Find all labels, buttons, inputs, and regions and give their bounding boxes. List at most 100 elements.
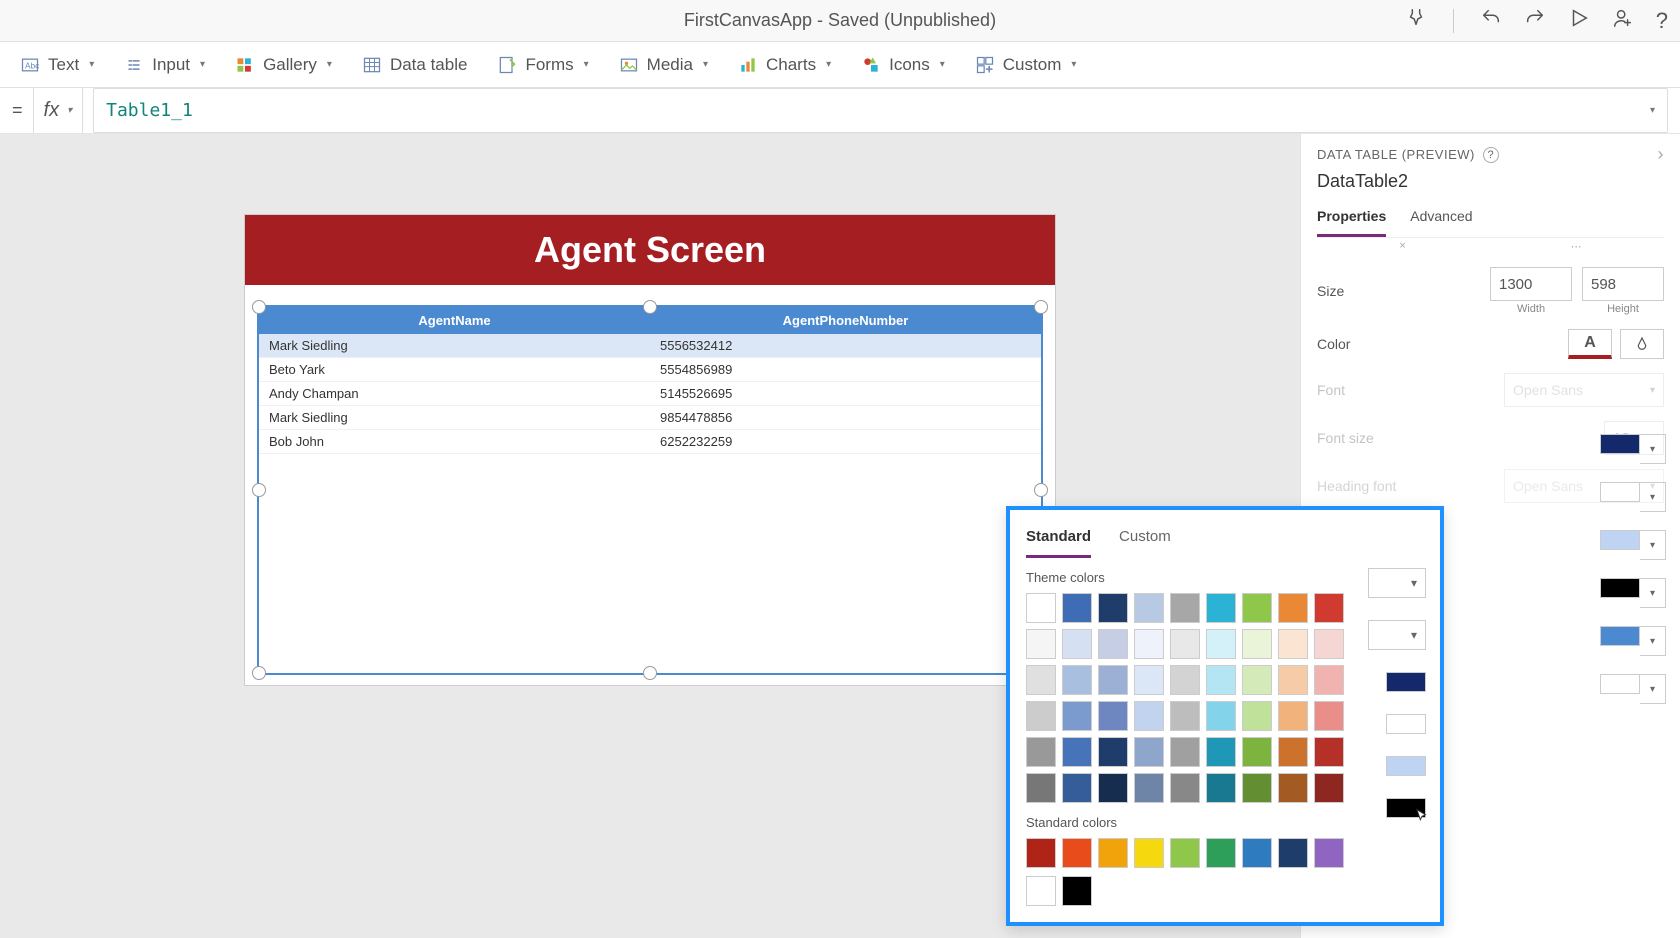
height-input[interactable]: 598 [1582, 267, 1664, 301]
color-swatch[interactable] [1206, 773, 1236, 803]
resize-handle[interactable] [643, 666, 657, 680]
font-dropdown[interactable]: Open Sans▾ [1504, 373, 1664, 407]
ribbon-forms[interactable]: Forms▾ [497, 55, 588, 75]
resize-handle[interactable] [252, 483, 266, 497]
property-selector[interactable]: = [12, 100, 23, 121]
ribbon-icons[interactable]: Icons▾ [861, 55, 945, 75]
table-row[interactable]: Bob John6252232259 [259, 430, 1041, 454]
color-swatch[interactable] [1278, 593, 1308, 623]
table-row[interactable]: Mark Siedling9854478856 [259, 406, 1041, 430]
user-share-icon[interactable] [1612, 7, 1634, 34]
color-swatch[interactable] [1134, 737, 1164, 767]
color-swatch[interactable] [1062, 876, 1092, 906]
property-color-swatch[interactable] [1600, 482, 1640, 502]
data-table-control[interactable]: AgentName AgentPhoneNumber Mark Siedling… [257, 305, 1043, 675]
color-swatch[interactable] [1206, 701, 1236, 731]
chevron-down-icon[interactable]: ▾ [1640, 578, 1666, 608]
property-color-swatch[interactable] [1386, 672, 1426, 692]
color-swatch[interactable] [1098, 838, 1128, 868]
color-swatch[interactable] [1242, 737, 1272, 767]
undo-icon[interactable] [1480, 7, 1502, 34]
resize-handle[interactable] [1034, 483, 1048, 497]
color-swatch[interactable] [1062, 838, 1092, 868]
color-swatch[interactable] [1242, 629, 1272, 659]
color-swatch[interactable] [1098, 593, 1128, 623]
chevron-down-icon[interactable]: ▾ [1640, 626, 1666, 656]
color-swatch[interactable] [1242, 593, 1272, 623]
tab-advanced[interactable]: Advanced [1410, 202, 1472, 237]
property-color-swatch[interactable] [1386, 798, 1426, 818]
color-swatch[interactable] [1062, 737, 1092, 767]
color-swatch[interactable] [1134, 629, 1164, 659]
color-swatch[interactable] [1134, 838, 1164, 868]
formula-input[interactable]: Table1_1 ▾ [93, 88, 1668, 133]
column-agentname[interactable]: AgentName [259, 307, 650, 334]
tab-standard[interactable]: Standard [1026, 524, 1091, 558]
table-row[interactable]: Andy Champan5145526695 [259, 382, 1041, 406]
property-color-swatch[interactable] [1600, 626, 1640, 646]
property-color-swatch[interactable] [1600, 530, 1640, 550]
color-swatch[interactable] [1170, 701, 1200, 731]
color-swatch[interactable] [1170, 838, 1200, 868]
ribbon-data-table[interactable]: Data table [362, 55, 468, 75]
table-row[interactable]: Mark Siedling5556532412 [259, 334, 1041, 358]
color-swatch[interactable] [1098, 701, 1128, 731]
column-agentphone[interactable]: AgentPhoneNumber [650, 307, 1041, 334]
property-color-swatch[interactable] [1600, 578, 1640, 598]
collapse-panel-icon[interactable]: › [1658, 144, 1665, 165]
text-color-button[interactable]: A [1568, 329, 1612, 359]
color-swatch[interactable] [1062, 701, 1092, 731]
color-swatch[interactable] [1314, 773, 1344, 803]
help-icon[interactable]: ? [1656, 8, 1668, 34]
chevron-down-icon[interactable]: ▾ [1640, 530, 1666, 560]
property-color-swatch[interactable] [1600, 674, 1640, 694]
color-swatch[interactable] [1242, 838, 1272, 868]
resize-handle[interactable] [643, 300, 657, 314]
color-swatch[interactable] [1314, 629, 1344, 659]
resize-handle[interactable] [1034, 300, 1048, 314]
dropdown-chevron[interactable]: ▾ [1368, 568, 1426, 598]
color-swatch[interactable] [1026, 629, 1056, 659]
color-swatch[interactable] [1134, 665, 1164, 695]
color-swatch[interactable] [1098, 629, 1128, 659]
resize-handle[interactable] [252, 666, 266, 680]
color-swatch[interactable] [1206, 629, 1236, 659]
color-swatch[interactable] [1170, 773, 1200, 803]
color-swatch[interactable] [1134, 773, 1164, 803]
ribbon-charts[interactable]: Charts▾ [738, 55, 831, 75]
color-swatch[interactable] [1170, 737, 1200, 767]
ribbon-custom[interactable]: Custom▾ [975, 55, 1077, 75]
width-input[interactable]: 1300 [1490, 267, 1572, 301]
color-swatch[interactable] [1242, 701, 1272, 731]
color-swatch[interactable] [1026, 838, 1056, 868]
color-swatch[interactable] [1026, 665, 1056, 695]
color-swatch[interactable] [1062, 665, 1092, 695]
health-icon[interactable] [1405, 7, 1427, 34]
color-swatch[interactable] [1206, 665, 1236, 695]
tab-properties[interactable]: Properties [1317, 202, 1386, 237]
color-swatch[interactable] [1278, 737, 1308, 767]
property-color-swatch[interactable] [1386, 756, 1426, 776]
table-row[interactable]: Beto Yark5554856989 [259, 358, 1041, 382]
color-swatch[interactable] [1062, 629, 1092, 659]
color-swatch[interactable] [1278, 701, 1308, 731]
property-color-swatch[interactable] [1600, 434, 1640, 454]
color-swatch[interactable] [1026, 773, 1056, 803]
color-swatch[interactable] [1314, 701, 1344, 731]
dropdown-chevron[interactable]: ▾ [1368, 620, 1426, 650]
color-swatch[interactable] [1206, 593, 1236, 623]
info-icon[interactable]: ? [1483, 147, 1499, 163]
color-swatch[interactable] [1278, 665, 1308, 695]
property-color-swatch[interactable] [1386, 714, 1426, 734]
color-swatch[interactable] [1026, 737, 1056, 767]
chevron-down-icon[interactable]: ▾ [1640, 482, 1666, 512]
color-swatch[interactable] [1170, 665, 1200, 695]
color-swatch[interactable] [1134, 701, 1164, 731]
color-swatch[interactable] [1206, 737, 1236, 767]
ribbon-gallery[interactable]: Gallery▾ [235, 55, 332, 75]
color-swatch[interactable] [1098, 665, 1128, 695]
fill-color-button[interactable] [1620, 329, 1664, 359]
redo-icon[interactable] [1524, 7, 1546, 34]
fx-button[interactable]: fx▾ [33, 88, 84, 133]
color-swatch[interactable] [1314, 593, 1344, 623]
